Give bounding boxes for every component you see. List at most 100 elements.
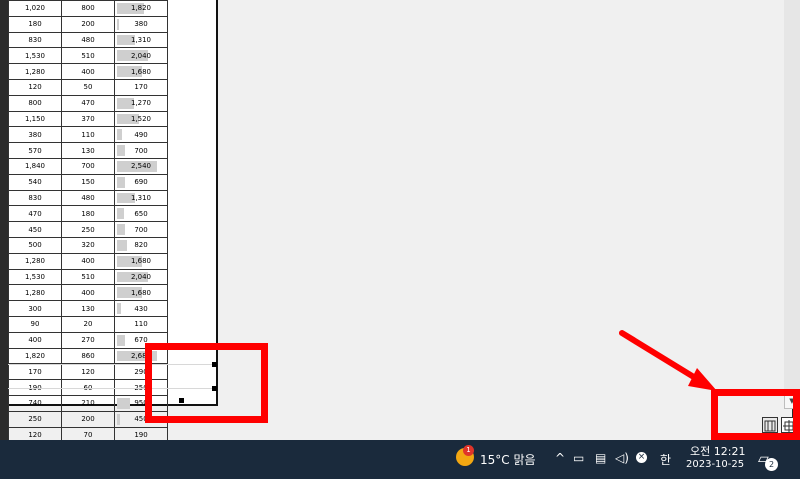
- table-cell[interactable]: 20: [61, 315, 115, 333]
- table-cell[interactable]: 1,310: [114, 189, 168, 207]
- table-cell[interactable]: 380: [8, 126, 62, 144]
- table-cell[interactable]: 1,680: [114, 252, 168, 270]
- table-row[interactable]: 300 130 430: [8, 300, 168, 317]
- table-cell[interactable]: 270: [61, 331, 115, 349]
- table-cell[interactable]: 830: [8, 31, 62, 49]
- table-cell[interactable]: 400: [8, 331, 62, 349]
- table-cell[interactable]: 1,150: [8, 110, 62, 128]
- table-cell[interactable]: 110: [61, 126, 115, 144]
- table-cell[interactable]: 1,530: [8, 268, 62, 286]
- table-cell[interactable]: 470: [61, 94, 115, 112]
- table-cell[interactable]: 400: [61, 63, 115, 80]
- table-row[interactable]: 1,280 400 1,680: [8, 63, 168, 80]
- table-row[interactable]: 1,150 370 1,520: [8, 110, 168, 128]
- table-cell[interactable]: 480: [61, 189, 115, 207]
- table-cell[interactable]: 110: [114, 315, 168, 333]
- table-cell[interactable]: 2,540: [114, 157, 168, 175]
- table-cell[interactable]: 470: [8, 205, 62, 223]
- table-cell[interactable]: 650: [114, 205, 168, 223]
- table-cell[interactable]: 1,840: [8, 157, 62, 175]
- table-cell[interactable]: 1,020: [8, 0, 62, 17]
- table-cell[interactable]: 700: [114, 221, 168, 238]
- table-row[interactable]: 1,530 510 2,040: [8, 47, 168, 65]
- table-cell[interactable]: 130: [61, 300, 115, 317]
- table-cell[interactable]: 800: [61, 0, 115, 17]
- table-row[interactable]: 800 470 1,270: [8, 94, 168, 112]
- table-cell[interactable]: 180: [61, 205, 115, 223]
- table-cell[interactable]: 150: [61, 173, 115, 191]
- table-cell[interactable]: 510: [61, 47, 115, 65]
- table-cell[interactable]: 400: [61, 252, 115, 270]
- tray-chevron-up-icon[interactable]: ^: [555, 451, 565, 465]
- table-cell[interactable]: 700: [61, 157, 115, 175]
- table-cell[interactable]: 450: [8, 221, 62, 238]
- clock-date[interactable]: 2023-10-25: [686, 459, 744, 470]
- table-cell[interactable]: 830: [8, 189, 62, 207]
- table-row[interactable]: 470 180 650: [8, 205, 168, 223]
- table-cell[interactable]: 2,040: [114, 268, 168, 286]
- table-cell[interactable]: 370: [61, 110, 115, 128]
- table-cell[interactable]: 90: [8, 315, 62, 333]
- table-row[interactable]: 1,530 510 2,040: [8, 268, 168, 286]
- table-cell[interactable]: 800: [8, 94, 62, 112]
- table-cell[interactable]: 180: [8, 15, 62, 33]
- table-row[interactable]: 1,840 700 2,540: [8, 157, 168, 175]
- table-row[interactable]: 120 50 170: [8, 78, 168, 96]
- weather-text[interactable]: 15°C 맑음: [480, 451, 536, 468]
- table-cell[interactable]: 690: [114, 173, 168, 191]
- table-cell[interactable]: 250: [61, 221, 115, 238]
- table-cell[interactable]: 820: [114, 236, 168, 254]
- table-cell[interactable]: 200: [61, 410, 115, 428]
- table-row[interactable]: 250 200 450: [8, 410, 168, 428]
- table-cell[interactable]: 1,820: [8, 347, 62, 365]
- table-row[interactable]: 830 480 1,310: [8, 31, 168, 49]
- table-row[interactable]: 90 20 110: [8, 315, 168, 333]
- ime-indicator[interactable]: 한: [660, 451, 671, 468]
- table-cell[interactable]: 1,280: [8, 284, 62, 302]
- table-row[interactable]: 1,280 400 1,680: [8, 284, 168, 302]
- table-cell[interactable]: 430: [114, 300, 168, 317]
- table-row[interactable]: 1,020 800 1,820: [8, 0, 168, 17]
- table-cell[interactable]: 1,680: [114, 284, 168, 302]
- table-cell[interactable]: 320: [61, 236, 115, 254]
- vertical-scrollbar[interactable]: [784, 0, 800, 408]
- table-cell[interactable]: 170: [114, 78, 168, 96]
- table-cell[interactable]: 1,680: [114, 63, 168, 80]
- table-cell[interactable]: 510: [61, 268, 115, 286]
- table-cell[interactable]: 2,040: [114, 47, 168, 65]
- table-cell[interactable]: 250: [8, 410, 62, 428]
- table-cell[interactable]: 130: [61, 142, 115, 159]
- table-row[interactable]: 1,280 400 1,680: [8, 252, 168, 270]
- table-row[interactable]: 830 480 1,310: [8, 189, 168, 207]
- table-cell[interactable]: 50: [61, 78, 115, 96]
- table-row[interactable]: 380 110 490: [8, 126, 168, 144]
- table-cell[interactable]: 500: [8, 236, 62, 254]
- table-cell[interactable]: 1,530: [8, 47, 62, 65]
- table-row[interactable]: 180 200 380: [8, 15, 168, 33]
- tray-volume-icon[interactable]: ◁): [615, 451, 629, 465]
- table-row[interactable]: 500 320 820: [8, 236, 168, 254]
- table-cell[interactable]: 1,820: [114, 0, 168, 17]
- clock-time[interactable]: 오전 12:21: [690, 443, 745, 459]
- table-cell[interactable]: 570: [8, 142, 62, 159]
- tray-close-icon[interactable]: ×: [636, 452, 647, 463]
- tray-meet-icon[interactable]: ▭: [573, 451, 584, 465]
- table-cell[interactable]: 1,520: [114, 110, 168, 128]
- table-cell[interactable]: 1,280: [8, 63, 62, 80]
- table-cell[interactable]: 120: [8, 78, 62, 96]
- sheet-workspace[interactable]: 1,020 800 1,820 180 200 380 830 480 1,310 1,530 51…: [8, 0, 800, 460]
- table-row[interactable]: 570 130 700: [8, 142, 168, 159]
- table-cell[interactable]: 1,310: [114, 31, 168, 49]
- table-row[interactable]: 400 270 670: [8, 331, 168, 349]
- table-row[interactable]: 450 250 700: [8, 221, 168, 238]
- table-cell[interactable]: 380: [114, 15, 168, 33]
- table-cell[interactable]: 400: [61, 284, 115, 302]
- table-cell[interactable]: 540: [8, 173, 62, 191]
- tray-network-icon[interactable]: ▤: [595, 451, 606, 465]
- table-cell[interactable]: 300: [8, 300, 62, 317]
- table-cell[interactable]: 700: [114, 142, 168, 159]
- table-row[interactable]: 1,820 860 2,680: [8, 347, 168, 365]
- table-cell[interactable]: 490: [114, 126, 168, 144]
- table-cell[interactable]: 1,280: [8, 252, 62, 270]
- table-cell[interactable]: 1,270: [114, 94, 168, 112]
